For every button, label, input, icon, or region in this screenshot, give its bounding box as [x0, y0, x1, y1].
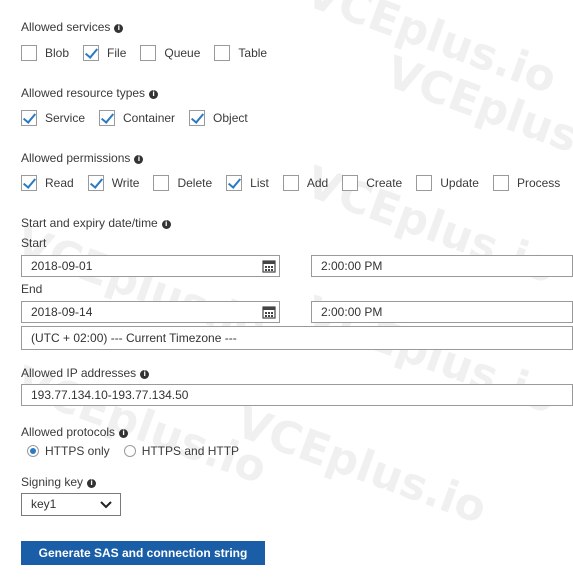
protocols-label: Allowed protocols i	[21, 425, 129, 439]
ip-address-input[interactable]: 193.77.134.10-193.77.134.50	[21, 384, 573, 406]
permissions-checkboxes: Read Write Delete List Add Create Update…	[21, 174, 573, 192]
calendar-icon[interactable]	[262, 259, 276, 273]
calendar-icon[interactable]	[262, 305, 276, 319]
resource-types-label: Allowed resource types i	[21, 86, 159, 100]
checkbox-label: Delete	[177, 176, 213, 190]
checkbox-list[interactable]	[226, 175, 243, 191]
checkbox-add[interactable]	[282, 175, 299, 191]
checkbox-service[interactable]	[21, 110, 37, 126]
checkbox-label: Blob	[45, 46, 70, 60]
start-label: Start	[21, 236, 47, 250]
end-date-input[interactable]: 2018-09-14	[21, 301, 280, 323]
watermark: VCEplus.io	[379, 46, 573, 185]
timezone-select[interactable]: (UTC + 02:00) --- Current Timezone ---	[21, 326, 573, 350]
datetime-label: Start and expiry date/time i	[21, 216, 171, 230]
checkbox-file[interactable]	[83, 45, 100, 61]
checkbox-label: Object	[213, 111, 248, 125]
checkbox-write[interactable]	[87, 175, 104, 191]
info-icon[interactable]: i	[140, 370, 150, 379]
checkbox-delete[interactable]	[153, 175, 170, 191]
checkbox-read[interactable]	[21, 175, 37, 191]
services-label: Allowed services i	[21, 20, 124, 34]
end-label: End	[21, 282, 43, 296]
info-icon[interactable]: i	[161, 220, 171, 229]
services-checkboxes: Blob File Queue Table	[21, 44, 281, 62]
start-time-input[interactable]: 2:00:00 PM	[311, 255, 573, 277]
checkbox-process[interactable]	[492, 175, 509, 191]
checkbox-label: List	[250, 176, 269, 190]
chevron-down-icon	[100, 501, 112, 509]
checkbox-queue[interactable]	[140, 45, 157, 61]
info-icon[interactable]: i	[134, 155, 144, 164]
checkbox-table[interactable]	[214, 45, 231, 61]
start-date-input[interactable]: 2018-09-01	[21, 255, 280, 277]
radio-https-and-http[interactable]	[123, 445, 136, 457]
checkbox-label: Add	[306, 176, 329, 190]
checkbox-label: Process	[516, 176, 561, 190]
generate-sas-button[interactable]: Generate SAS and connection string	[21, 541, 265, 565]
radio-label: HTTPS only	[45, 444, 110, 458]
checkbox-label: Container	[123, 111, 176, 125]
checkbox-container[interactable]	[99, 110, 116, 126]
checkbox-label: Create	[366, 176, 403, 190]
info-icon[interactable]: i	[149, 90, 159, 99]
info-icon[interactable]: i	[114, 24, 124, 33]
watermark: VCEplus.io	[299, 0, 564, 105]
checkbox-label: Queue	[164, 46, 201, 60]
signing-key-label: Signing key i	[21, 475, 97, 489]
checkbox-label: Read	[45, 176, 74, 190]
checkbox-label: Write	[111, 176, 140, 190]
radio-https-only[interactable]	[27, 445, 39, 457]
watermark: VCEplus.io	[229, 396, 494, 535]
radio-label: HTTPS and HTTP	[141, 444, 240, 458]
checkbox-label: File	[107, 46, 127, 60]
checkbox-create[interactable]	[342, 175, 359, 191]
permissions-label: Allowed permissions i	[21, 151, 144, 165]
info-icon[interactable]: i	[87, 479, 97, 488]
checkbox-label: Table	[238, 46, 268, 60]
checkbox-label: Service	[45, 111, 86, 125]
info-icon[interactable]: i	[119, 429, 129, 438]
ip-label: Allowed IP addresses i	[21, 366, 150, 380]
end-time-input[interactable]: 2:00:00 PM	[311, 301, 573, 323]
signing-key-select[interactable]: key1	[21, 493, 121, 516]
resource-types-checkboxes: Service Container Object	[21, 109, 262, 127]
checkbox-update[interactable]	[416, 175, 433, 191]
checkbox-blob[interactable]	[21, 45, 37, 61]
protocols-radios: HTTPS only HTTPS and HTTP	[27, 442, 253, 460]
checkbox-label: Update	[440, 176, 479, 190]
checkbox-object[interactable]	[189, 110, 206, 126]
